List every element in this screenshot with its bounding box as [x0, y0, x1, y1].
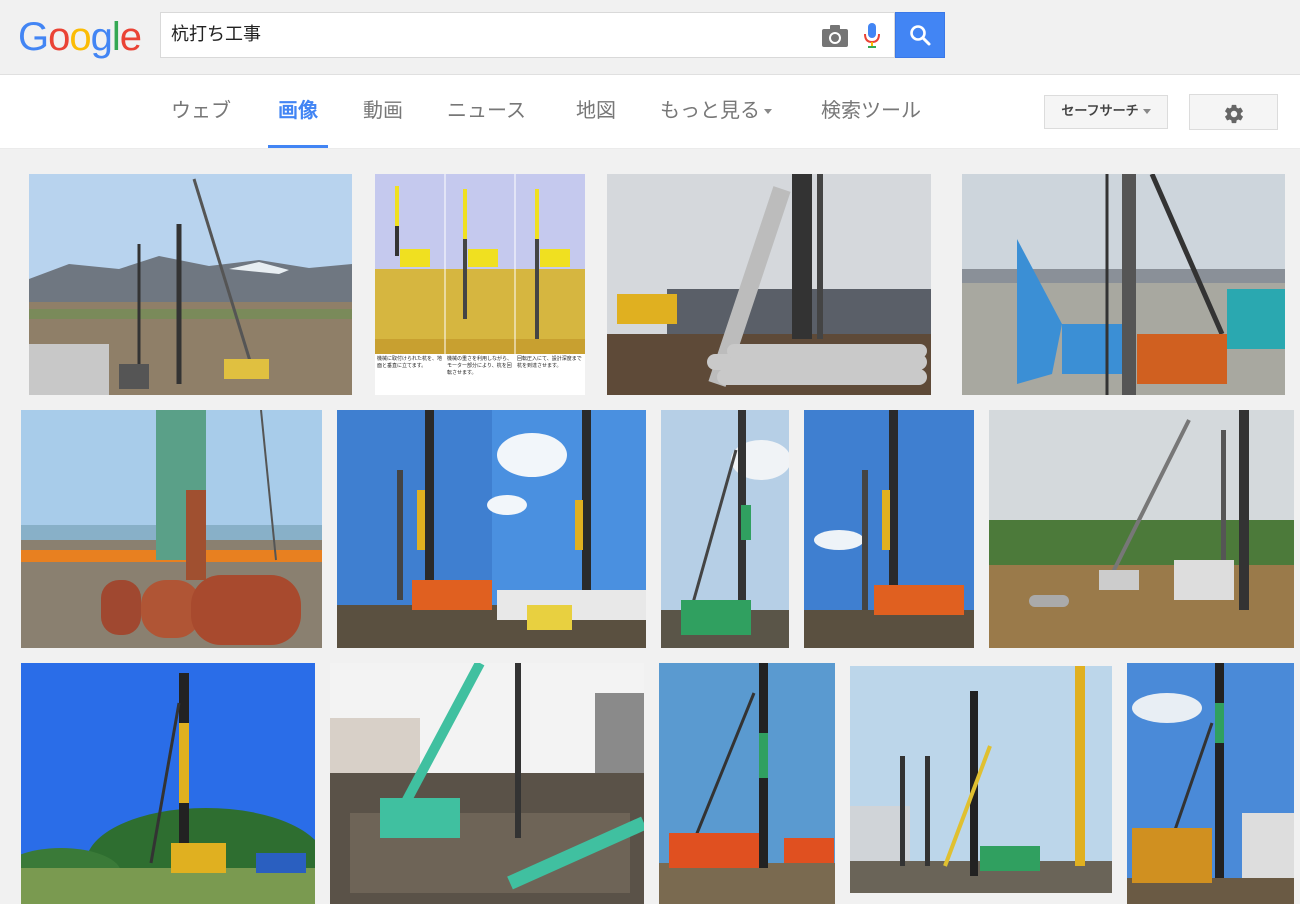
- google-logo[interactable]: Google: [18, 14, 142, 60]
- safesearch-button[interactable]: セーフサーチ: [1044, 95, 1168, 129]
- logo-letter: G: [18, 15, 49, 59]
- microphone-icon[interactable]: [862, 22, 882, 50]
- gear-icon: [1225, 104, 1243, 124]
- pile-driver-rig-photo: [21, 663, 315, 904]
- logo-letter: o: [69, 15, 91, 59]
- crawler-crane-photo: [330, 663, 644, 904]
- pile-site-photo: [962, 174, 1285, 395]
- tab-label: 画像: [278, 98, 318, 122]
- search-input[interactable]: [171, 13, 811, 57]
- image-result[interactable]: 機械に取付けられた杭を、地面と垂直に立てます。 機械の重さを利用しながら、モータ…: [375, 174, 585, 395]
- magnifier-icon: [910, 25, 931, 46]
- settings-button[interactable]: [1189, 94, 1278, 130]
- diagram-caption: 回転圧入にて、設計深度まで杭を到達させます。: [517, 356, 582, 369]
- image-result[interactable]: [962, 174, 1285, 395]
- image-result[interactable]: [989, 410, 1294, 648]
- pile-driver-rig-photo: [661, 410, 789, 648]
- search-button[interactable]: [895, 12, 945, 58]
- chevron-down-icon: [1142, 109, 1151, 114]
- pile-driver-rig-photo: [804, 410, 974, 648]
- image-result[interactable]: [850, 666, 1112, 893]
- diagram-caption: 機械の重さを利用しながら、モーター部分により、杭を回転させます。: [447, 356, 513, 376]
- pile-site-photo: [21, 410, 322, 648]
- tab-web[interactable]: ウェブ: [171, 75, 231, 148]
- pile-site-photo: [989, 410, 1294, 648]
- tab-maps[interactable]: 地図: [576, 75, 616, 148]
- pile-driver-rig-photo: [337, 410, 646, 648]
- pile-driver-site-photo: [29, 174, 352, 395]
- diagram-captions: 機械に取付けられた杭を、地面と垂直に立てます。 機械の重さを利用しながら、モータ…: [375, 356, 585, 395]
- image-result[interactable]: [29, 174, 352, 395]
- tab-label: もっと見る: [660, 98, 760, 122]
- pile-site-photo: [850, 666, 1112, 893]
- tab-label: 地図: [576, 98, 616, 122]
- tab-news[interactable]: ニュース: [447, 75, 526, 148]
- chevron-down-icon: [764, 109, 772, 114]
- tab-label: 検索ツール: [821, 98, 921, 122]
- tab-videos[interactable]: 動画: [363, 75, 403, 148]
- tab-label: ウェブ: [171, 98, 231, 122]
- logo-letter: o: [48, 15, 70, 59]
- camera-icon[interactable]: [821, 24, 849, 48]
- image-result[interactable]: [21, 663, 315, 904]
- image-result[interactable]: [337, 410, 646, 648]
- pile-driver-rig-photo: [1127, 663, 1294, 904]
- logo-letter: e: [119, 15, 142, 59]
- tab-label: ニュース: [447, 98, 526, 122]
- image-result[interactable]: [659, 663, 835, 904]
- pile-driver-rig-photo: [659, 663, 835, 904]
- image-result[interactable]: [661, 410, 789, 648]
- tab-search-tools[interactable]: 検索ツール: [821, 75, 921, 148]
- header-bar: Google: [0, 0, 1300, 75]
- search-box: [160, 12, 895, 58]
- pile-site-photo: [607, 174, 931, 395]
- tab-more[interactable]: もっと見る: [660, 75, 772, 148]
- image-result[interactable]: [607, 174, 931, 395]
- diagram-caption: 機械に取付けられた杭を、地面と垂直に立てます。: [377, 356, 443, 369]
- logo-letter: l: [111, 15, 121, 59]
- logo-letter: g: [90, 15, 113, 59]
- image-result[interactable]: [804, 410, 974, 648]
- image-result[interactable]: [21, 410, 322, 648]
- tab-images[interactable]: 画像: [268, 75, 328, 148]
- image-result[interactable]: [1127, 663, 1294, 904]
- tab-label: 動画: [363, 98, 403, 122]
- safesearch-label: セーフサーチ: [1061, 104, 1139, 119]
- image-result[interactable]: [330, 663, 644, 904]
